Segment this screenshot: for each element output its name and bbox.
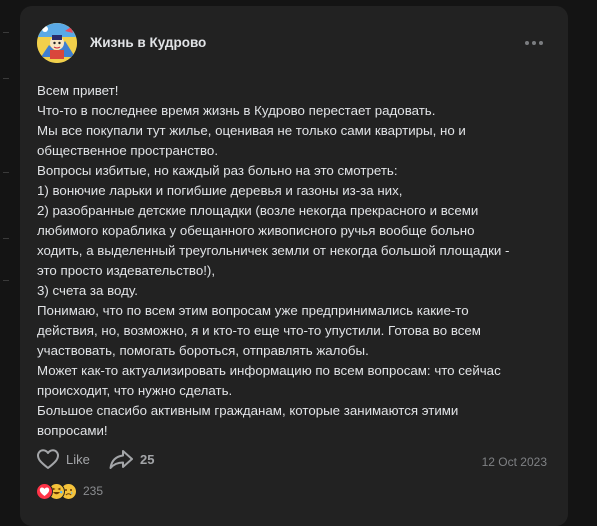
share-count: 25	[140, 451, 155, 467]
post-text-line: 2) разобранные детские площадки (возле н…	[37, 203, 479, 218]
post-text-line: Мы все покупали тут жилье, оценивая не т…	[37, 123, 466, 138]
avatar-illustration-icon	[37, 23, 77, 63]
community-avatar[interactable]	[37, 23, 77, 63]
community-name[interactable]: Жизнь в Кудрово	[90, 35, 206, 50]
post-text-line: это просто издевательство!),	[37, 263, 216, 278]
like-label: Like	[66, 451, 90, 467]
rail-divider	[3, 78, 9, 79]
post-text-line: происходит, что нужно сделать.	[37, 383, 233, 398]
share-button[interactable]: 25	[108, 446, 154, 472]
dot-icon	[532, 41, 536, 45]
post-text-line: вопросами!	[37, 423, 108, 438]
post-text-line: Может как-то актуализировать информацию …	[37, 363, 501, 378]
post-text-line: ходить, а выделенный треугольничек земли…	[37, 243, 510, 258]
post-text-line: участвовать, помогать бороться, отправля…	[37, 343, 369, 358]
dot-icon	[525, 41, 529, 45]
share-arrow-icon	[109, 450, 133, 469]
post-text-line: Всем привет!	[37, 83, 119, 98]
rail-divider	[3, 172, 9, 173]
post-text-line: Большое спасибо активным гражданам, кото…	[37, 403, 459, 418]
left-rail	[0, 0, 10, 515]
post-text-line: общественное пространство.	[37, 143, 219, 158]
reactions-count: 235	[83, 484, 104, 498]
post-text: Всем привет! Что-то в последнее время жи…	[37, 81, 557, 441]
heart-outline-icon	[37, 449, 59, 469]
dot-icon	[539, 41, 543, 45]
like-button[interactable]: Like	[36, 446, 90, 472]
rail-divider	[3, 32, 9, 33]
post-text-line: Понимаю, что по всем этим вопросам уже п…	[37, 303, 469, 318]
rail-divider	[3, 238, 9, 239]
reactions-summary[interactable]: 235	[36, 481, 103, 501]
post-text-line: любимого кораблика у обещанного живописн…	[37, 223, 475, 238]
post-header: Жизнь в Кудрово	[20, 6, 568, 76]
post-text-line: 3) счета за воду.	[37, 283, 138, 298]
more-options-button[interactable]	[523, 32, 549, 52]
post-card: Жизнь в Кудрово Всем привет! Что-то в по…	[20, 6, 568, 526]
post-text-line: Вопросы избитые, но каждый раз больно на…	[37, 163, 398, 178]
rail-divider	[3, 280, 9, 281]
post-text-line: Что-то в последнее время жизнь в Кудрово…	[37, 103, 436, 118]
heart-reaction-icon	[36, 482, 53, 500]
post-actions: Like 25 12 Oct 2023	[20, 442, 568, 478]
post-date[interactable]: 12 Oct 2023	[482, 455, 547, 469]
post-text-line: 1) вонючие ларьки и погибшие деревья и г…	[37, 183, 403, 198]
post-text-line: действия, но, возможно, я и кто-то еще ч…	[37, 323, 481, 338]
